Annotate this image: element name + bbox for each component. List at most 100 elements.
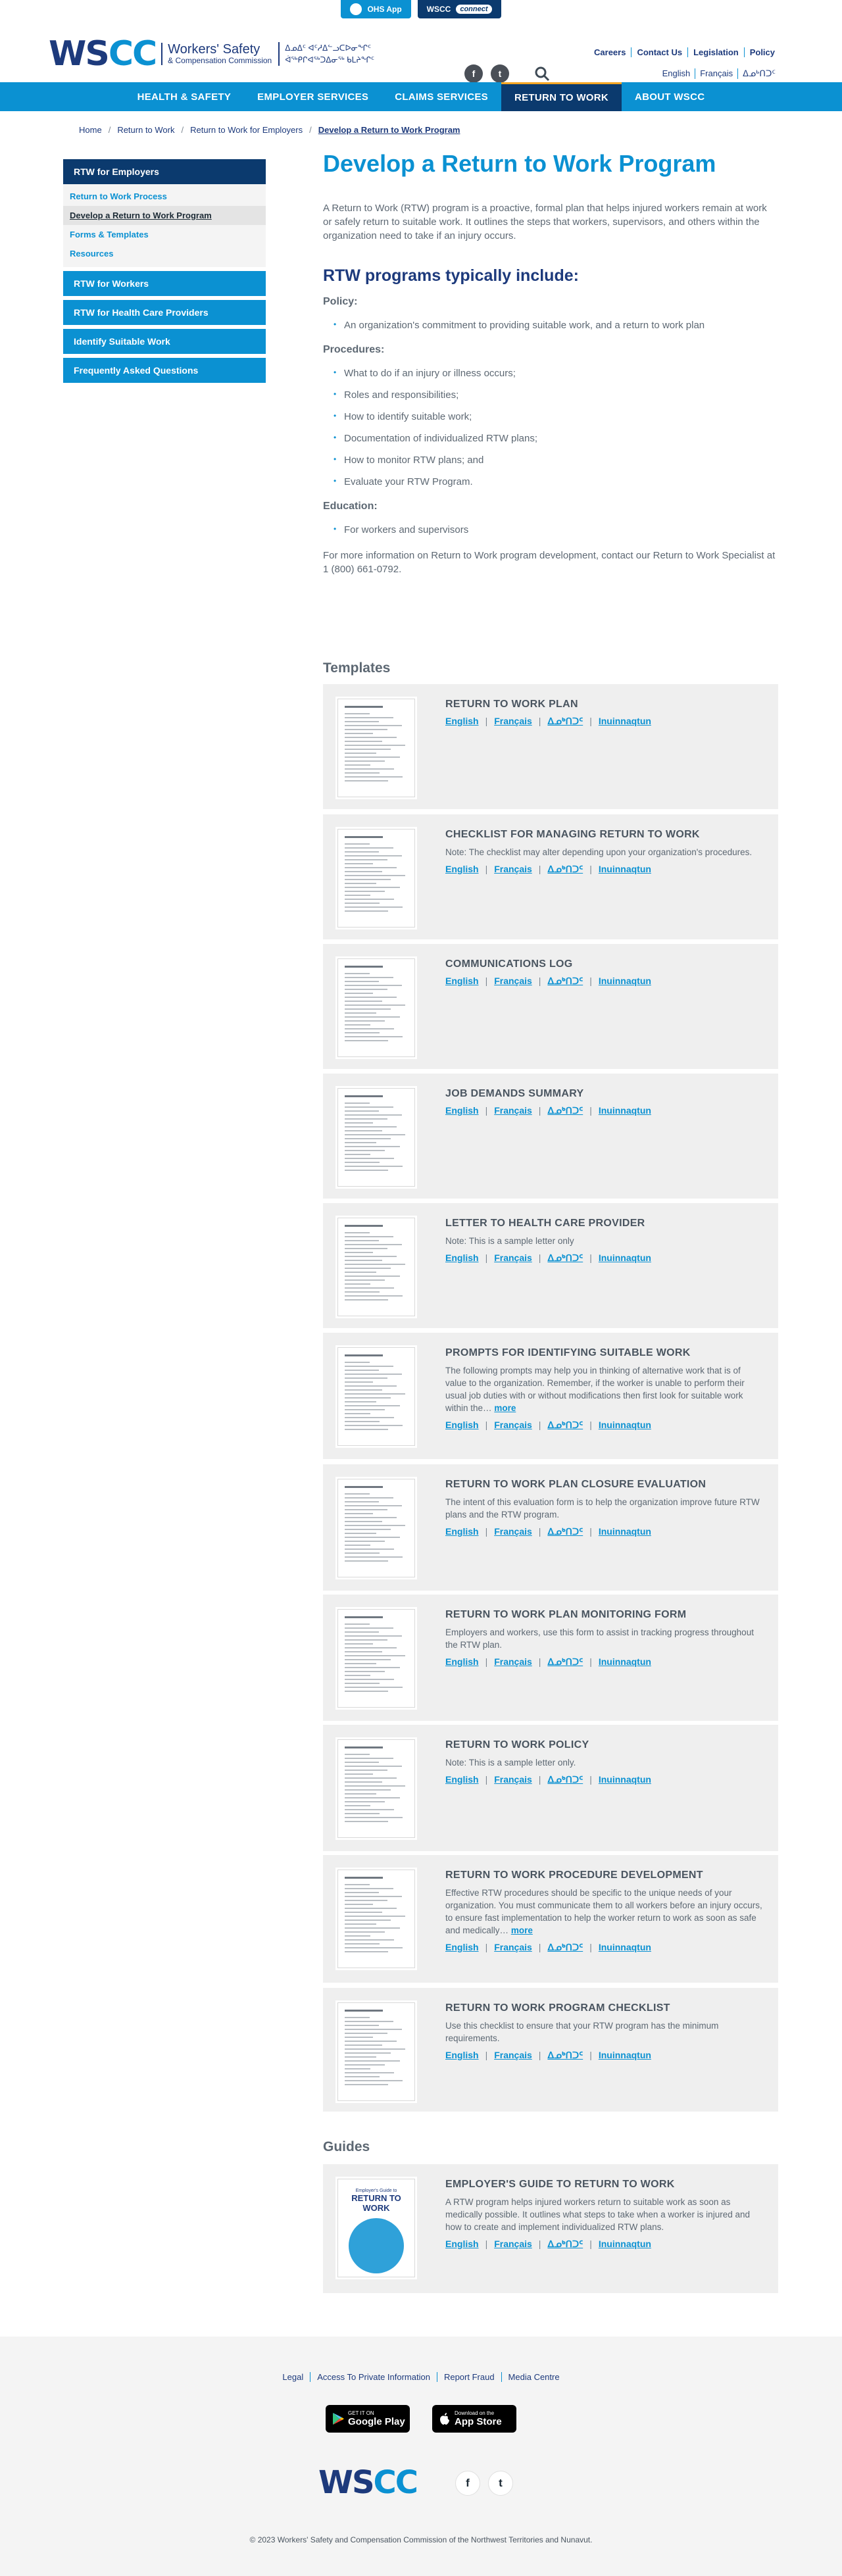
search-icon[interactable] xyxy=(534,66,550,82)
link-inuinnaqtun[interactable]: Inuinnaqtun xyxy=(599,1656,651,1668)
link-english[interactable]: English xyxy=(445,1774,479,1785)
footer-link-report-fraud[interactable]: Report Fraud xyxy=(436,2372,501,2382)
link-english[interactable]: English xyxy=(445,1252,479,1264)
guide-thumbnail[interactable]: Employer's Guide to RETURN TO WORK xyxy=(337,2179,415,2277)
link-english[interactable]: English xyxy=(445,2239,479,2250)
sidebar-item-rtw-process[interactable]: Return to Work Process xyxy=(63,187,266,206)
link-english[interactable]: English xyxy=(445,976,479,987)
link-french[interactable]: Français xyxy=(494,716,532,727)
lang-french[interactable]: Français xyxy=(695,68,737,79)
legislation-link[interactable]: Legislation xyxy=(687,47,744,57)
policy-link[interactable]: Policy xyxy=(743,47,780,57)
link-inuinnaqtun[interactable]: Inuinnaqtun xyxy=(599,1774,651,1785)
breadcrumb-current[interactable]: Develop a Return to Work Program xyxy=(318,125,460,135)
link-inuinnaqtun[interactable]: Inuinnaqtun xyxy=(599,864,651,875)
link-french[interactable]: Français xyxy=(494,2239,532,2250)
link-inuktitut[interactable]: ᐃᓄᒃᑎᑐᑦ xyxy=(547,716,583,727)
link-inuinnaqtun[interactable]: Inuinnaqtun xyxy=(599,1252,651,1264)
link-inuinnaqtun[interactable]: Inuinnaqtun xyxy=(599,1942,651,1953)
template-thumbnail[interactable] xyxy=(337,1347,415,1446)
template-thumbnail[interactable] xyxy=(337,1088,415,1187)
more-link[interactable]: more xyxy=(511,1925,533,1935)
link-inuinnaqtun[interactable]: Inuinnaqtun xyxy=(599,1420,651,1431)
nav-employer-services[interactable]: EMPLOYER SERVICES xyxy=(244,82,382,111)
careers-link[interactable]: Careers xyxy=(589,47,631,57)
link-inuktitut[interactable]: ᐃᓄᒃᑎᑐᑦ xyxy=(547,1942,583,1953)
app-store-badge[interactable]: Download on the App Store xyxy=(432,2405,516,2433)
link-english[interactable]: English xyxy=(445,864,479,875)
link-french[interactable]: Français xyxy=(494,1252,532,1264)
lang-inuktitut[interactable]: ᐃᓄᒃᑎᑐᑦ xyxy=(737,68,780,79)
lang-english[interactable]: English xyxy=(658,68,695,79)
nav-claims-services[interactable]: CLAIMS SERVICES xyxy=(382,82,501,111)
link-inuinnaqtun[interactable]: Inuinnaqtun xyxy=(599,1105,651,1116)
nav-health-safety[interactable]: HEALTH & SAFETY xyxy=(124,82,245,111)
link-inuinnaqtun[interactable]: Inuinnaqtun xyxy=(599,1526,651,1537)
link-inuktitut[interactable]: ᐃᓄᒃᑎᑐᑦ xyxy=(547,2239,583,2250)
link-french[interactable]: Français xyxy=(494,864,532,875)
link-inuinnaqtun[interactable]: Inuinnaqtun xyxy=(599,2050,651,2061)
wscc-logo[interactable]: WSCC Workers' Safety & Compensation Comm… xyxy=(49,34,374,74)
template-thumbnail[interactable] xyxy=(337,1609,415,1708)
template-thumbnail[interactable] xyxy=(337,829,415,928)
footer-link-privacy[interactable]: Access To Private Information xyxy=(310,2372,437,2382)
footer-link-media-centre[interactable]: Media Centre xyxy=(501,2372,566,2382)
link-french[interactable]: Français xyxy=(494,1774,532,1785)
twitter-icon[interactable]: t xyxy=(491,64,509,83)
link-english[interactable]: English xyxy=(445,1526,479,1537)
google-play-badge[interactable]: GET IT ON Google Play xyxy=(326,2405,410,2433)
template-thumbnail[interactable] xyxy=(337,1479,415,1577)
template-thumbnail[interactable] xyxy=(337,2002,415,2101)
nav-return-to-work[interactable]: RETURN TO WORK xyxy=(501,82,622,111)
link-english[interactable]: English xyxy=(445,2050,479,2061)
link-inuktitut[interactable]: ᐃᓄᒃᑎᑐᑦ xyxy=(547,1420,583,1431)
template-thumbnail[interactable] xyxy=(337,1218,415,1316)
link-inuinnaqtun[interactable]: Inuinnaqtun xyxy=(599,976,651,987)
link-inuktitut[interactable]: ᐃᓄᒃᑎᑐᑦ xyxy=(547,976,583,987)
sidebar-header[interactable]: RTW for Employers xyxy=(63,159,266,184)
template-thumbnail[interactable] xyxy=(337,699,415,797)
link-french[interactable]: Français xyxy=(494,2050,532,2061)
link-french[interactable]: Français xyxy=(494,1656,532,1668)
link-french[interactable]: Français xyxy=(494,1420,532,1431)
sidebar-item-rtw-health-care[interactable]: RTW for Health Care Providers xyxy=(63,300,266,325)
twitter-icon[interactable]: t xyxy=(488,2471,513,2496)
template-thumbnail[interactable] xyxy=(337,958,415,1057)
link-inuinnaqtun[interactable]: Inuinnaqtun xyxy=(599,716,651,727)
link-inuktitut[interactable]: ᐃᓄᒃᑎᑐᑦ xyxy=(547,1252,583,1264)
link-inuktitut[interactable]: ᐃᓄᒃᑎᑐᑦ xyxy=(547,2050,583,2061)
sidebar-item-rtw-workers[interactable]: RTW for Workers xyxy=(63,271,266,296)
link-french[interactable]: Français xyxy=(494,976,532,987)
breadcrumb-return-to-work[interactable]: Return to Work xyxy=(117,125,174,135)
link-inuktitut[interactable]: ᐃᓄᒃᑎᑐᑦ xyxy=(547,1774,583,1785)
link-inuinnaqtun[interactable]: Inuinnaqtun xyxy=(599,2239,651,2250)
sidebar-item-forms-templates[interactable]: Forms & Templates xyxy=(63,225,266,244)
sidebar-item-identify-suitable-work[interactable]: Identify Suitable Work xyxy=(63,329,266,354)
breadcrumb-home[interactable]: Home xyxy=(79,125,102,135)
link-english[interactable]: English xyxy=(445,1656,479,1668)
template-thumbnail[interactable] xyxy=(337,1870,415,1968)
link-english[interactable]: English xyxy=(445,1420,479,1431)
facebook-icon[interactable]: f xyxy=(455,2471,480,2496)
template-thumbnail[interactable] xyxy=(337,1739,415,1838)
footer-logo[interactable]: WSCC xyxy=(318,2464,418,2501)
sidebar-item-faq[interactable]: Frequently Asked Questions xyxy=(63,358,266,383)
sidebar-item-develop-program[interactable]: Develop a Return to Work Program xyxy=(63,206,266,225)
link-french[interactable]: Français xyxy=(494,1942,532,1953)
wscc-connect-link[interactable]: WSCC connect xyxy=(417,0,501,18)
link-english[interactable]: English xyxy=(445,1105,479,1116)
nav-about-wscc[interactable]: ABOUT WSCC xyxy=(622,82,718,111)
link-french[interactable]: Français xyxy=(494,1526,532,1537)
link-english[interactable]: English xyxy=(445,716,479,727)
sidebar-item-resources[interactable]: Resources xyxy=(63,244,266,263)
link-inuktitut[interactable]: ᐃᓄᒃᑎᑐᑦ xyxy=(547,1526,583,1537)
link-french[interactable]: Français xyxy=(494,1105,532,1116)
footer-link-legal[interactable]: Legal xyxy=(276,2372,310,2382)
link-inuktitut[interactable]: ᐃᓄᒃᑎᑐᑦ xyxy=(547,864,583,875)
facebook-icon[interactable]: f xyxy=(464,64,483,83)
link-english[interactable]: English xyxy=(445,1942,479,1953)
contact-us-link[interactable]: Contact Us xyxy=(631,47,687,57)
link-inuktitut[interactable]: ᐃᓄᒃᑎᑐᑦ xyxy=(547,1656,583,1668)
breadcrumb-rtw-employers[interactable]: Return to Work for Employers xyxy=(190,125,303,135)
more-link[interactable]: more xyxy=(494,1403,516,1413)
